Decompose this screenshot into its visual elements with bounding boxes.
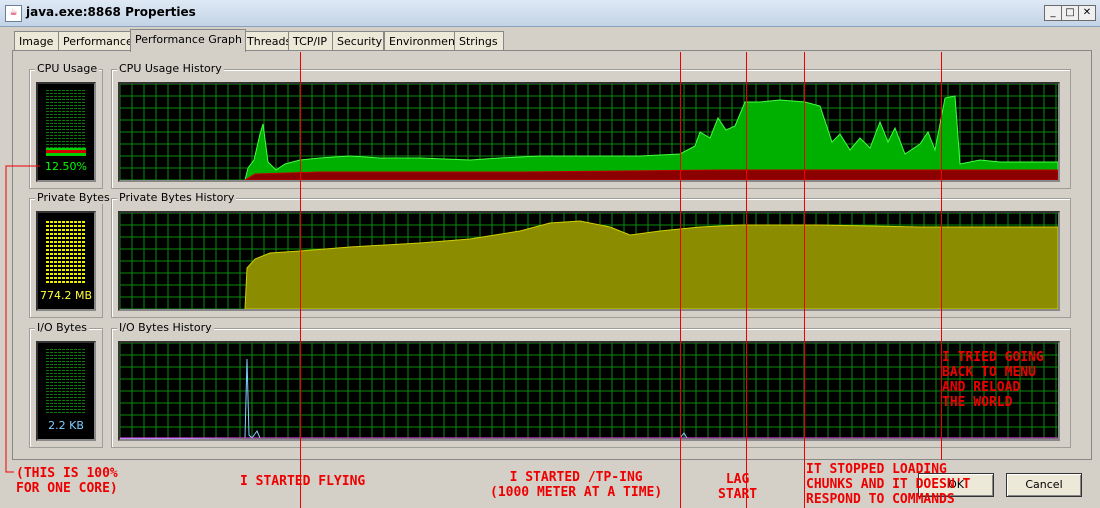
annotation-flying: I started flying [240,474,366,489]
annotation-one-core: (this is 100% for one core) [16,466,118,496]
tab-performance-graph[interactable]: Performance Graph [130,29,246,52]
annotation-bracket [5,165,40,473]
annotation-stopped: it stopped loading chunks and it doesn't… [806,462,971,507]
annotation-tp: I started /tp-ing (1000 meter at a time) [490,470,663,500]
annotation-lag: Lag start [718,472,758,502]
annotation-menu: I tried going back to menu and reload th… [942,350,1044,410]
